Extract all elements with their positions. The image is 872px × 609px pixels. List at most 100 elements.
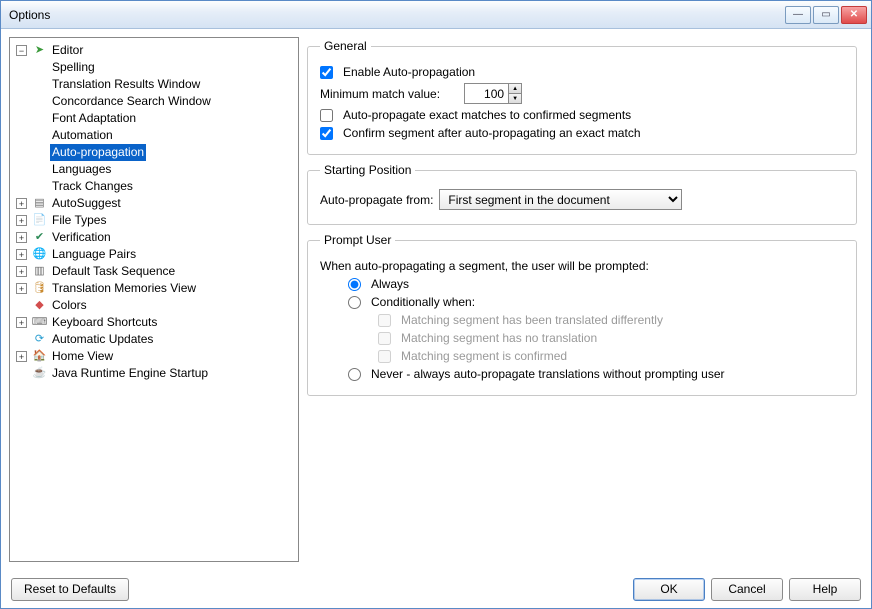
keyboard-icon: ⌨ [32, 315, 47, 330]
tree-item-font-adaptation[interactable]: Font Adaptation [32, 110, 296, 127]
confirm-after-propagate-label[interactable]: Confirm segment after auto-propagating a… [343, 126, 641, 140]
expand-icon[interactable]: + [16, 232, 27, 243]
category-tree[interactable]: − ➤ Editor Spelling Translation Results … [9, 37, 299, 562]
tree-item-verification[interactable]: + ✔Verification [14, 229, 296, 246]
page-icon: ▤ [32, 196, 47, 211]
prompt-user-group: Prompt User When auto-propagating a segm… [307, 233, 857, 396]
java-icon: ☕ [32, 366, 47, 381]
general-group: General Enable Auto-propagation Minimum … [307, 39, 857, 155]
collapse-icon[interactable]: − [16, 45, 27, 56]
cancel-button[interactable]: Cancel [711, 578, 783, 601]
spinner-up-button[interactable]: ▲ [508, 83, 522, 94]
tree-item-keyboard-shortcuts[interactable]: + ⌨Keyboard Shortcuts [14, 314, 296, 331]
tree-item-spelling[interactable]: Spelling [32, 59, 296, 76]
tree-item-track-changes[interactable]: Track Changes [32, 178, 296, 195]
confirm-after-propagate-checkbox[interactable] [320, 127, 333, 140]
tree-label: Language Pairs [50, 246, 138, 263]
globe-icon: 🌐 [32, 247, 47, 262]
tree-label: Font Adaptation [50, 110, 138, 127]
tree-label: Concordance Search Window [50, 93, 213, 110]
shield-icon: ✔ [32, 230, 47, 245]
settings-panel: General Enable Auto-propagation Minimum … [307, 37, 863, 562]
tree-label: Verification [50, 229, 113, 246]
maximize-button[interactable]: ▭ [813, 6, 839, 24]
expand-icon[interactable]: + [16, 283, 27, 294]
tree-label: File Types [50, 212, 108, 229]
tree-label: Colors [50, 297, 89, 314]
tree-label: AutoSuggest [50, 195, 123, 212]
editor-icon: ➤ [32, 43, 47, 58]
options-dialog: Options — ▭ ✕ − ➤ Editor Spelling [0, 0, 872, 609]
sequence-icon: ▥ [32, 264, 47, 279]
tree-item-translation-results[interactable]: Translation Results Window [32, 76, 296, 93]
prompt-user-legend: Prompt User [320, 233, 395, 247]
expand-icon[interactable]: + [16, 266, 27, 277]
expand-icon[interactable]: + [16, 215, 27, 226]
tree-label: Translation Results Window [50, 76, 202, 93]
prompt-always-label[interactable]: Always [371, 277, 409, 291]
tree-item-language-pairs[interactable]: + 🌐Language Pairs [14, 246, 296, 263]
expand-icon[interactable]: + [16, 198, 27, 209]
general-legend: General [320, 39, 371, 53]
close-button[interactable]: ✕ [841, 6, 867, 24]
tree-item-automatic-updates[interactable]: ⟳Automatic Updates [14, 331, 296, 348]
tree-label: Automatic Updates [50, 331, 155, 348]
titlebar: Options — ▭ ✕ [1, 1, 871, 29]
tree-item-colors[interactable]: ◆Colors [14, 297, 296, 314]
enable-auto-propagation-checkbox[interactable] [320, 66, 333, 79]
tree-label: Spelling [50, 59, 97, 76]
tree-label: Keyboard Shortcuts [50, 314, 159, 331]
cond-confirmed-label: Matching segment is confirmed [401, 349, 567, 363]
prompt-never-radio[interactable] [348, 368, 361, 381]
spinner-down-button[interactable]: ▼ [508, 94, 522, 104]
expand-icon[interactable]: + [16, 249, 27, 260]
tree-item-autosuggest[interactable]: + ▤AutoSuggest [14, 195, 296, 212]
expand-icon[interactable]: + [16, 317, 27, 328]
tree-item-auto-propagation[interactable]: Auto-propagation [32, 144, 296, 161]
tree-item-languages[interactable]: Languages [32, 161, 296, 178]
tree-label: Auto-propagation [50, 144, 146, 161]
auto-propagate-from-label: Auto-propagate from: [320, 193, 433, 207]
tree-label: Languages [50, 161, 113, 178]
update-icon: ⟳ [32, 332, 47, 347]
prompt-conditionally-label[interactable]: Conditionally when: [371, 295, 475, 309]
min-match-label: Minimum match value: [320, 87, 440, 101]
dialog-body: − ➤ Editor Spelling Translation Results … [1, 29, 871, 570]
propagate-to-confirmed-label[interactable]: Auto-propagate exact matches to confirme… [343, 108, 631, 122]
tree-item-automation[interactable]: Automation [32, 127, 296, 144]
window-title: Options [9, 8, 785, 22]
tree-item-tm-view[interactable]: +🛢Translation Memories View [14, 280, 296, 297]
ok-button[interactable]: OK [633, 578, 705, 601]
reset-to-defaults-button[interactable]: Reset to Defaults [11, 578, 129, 601]
tree-label: Track Changes [50, 178, 135, 195]
tree-item-home-view[interactable]: + 🏠Home View [14, 348, 296, 365]
starting-position-legend: Starting Position [320, 163, 415, 177]
dialog-footer: Reset to Defaults OK Cancel Help [1, 570, 871, 608]
prompt-always-radio[interactable] [348, 278, 361, 291]
document-icon: 📄 [32, 213, 47, 228]
cond-translated-differently-label: Matching segment has been translated dif… [401, 313, 663, 327]
tree-item-default-task-sequence[interactable]: + ▥Default Task Sequence [14, 263, 296, 280]
tree-item-editor[interactable]: − ➤ Editor [14, 42, 296, 59]
prompt-conditionally-radio[interactable] [348, 296, 361, 309]
cond-no-translation-checkbox [378, 332, 391, 345]
auto-propagate-from-dropdown[interactable]: First segment in the document [439, 189, 682, 210]
tree-label: Default Task Sequence [50, 263, 177, 280]
cond-no-translation-label: Matching segment has no translation [401, 331, 597, 345]
min-match-input[interactable] [464, 83, 508, 104]
tree-label: Editor [50, 42, 85, 59]
tree-label: Home View [50, 348, 115, 365]
enable-auto-propagation-label[interactable]: Enable Auto-propagation [343, 65, 475, 79]
database-icon: 🛢 [32, 281, 47, 296]
tree-item-file-types[interactable]: + 📄File Types [14, 212, 296, 229]
prompt-never-label[interactable]: Never - always auto-propagate translatio… [371, 367, 725, 381]
expand-icon[interactable]: + [16, 351, 27, 362]
tree-item-java-startup[interactable]: ☕Java Runtime Engine Startup [14, 365, 296, 382]
min-match-spinner[interactable]: ▲ ▼ [464, 83, 522, 104]
minimize-button[interactable]: — [785, 6, 811, 24]
propagate-to-confirmed-checkbox[interactable] [320, 109, 333, 122]
tree-item-concordance[interactable]: Concordance Search Window [32, 93, 296, 110]
home-icon: 🏠 [32, 349, 47, 364]
help-button[interactable]: Help [789, 578, 861, 601]
prompt-intro-text: When auto-propagating a segment, the use… [320, 259, 649, 273]
